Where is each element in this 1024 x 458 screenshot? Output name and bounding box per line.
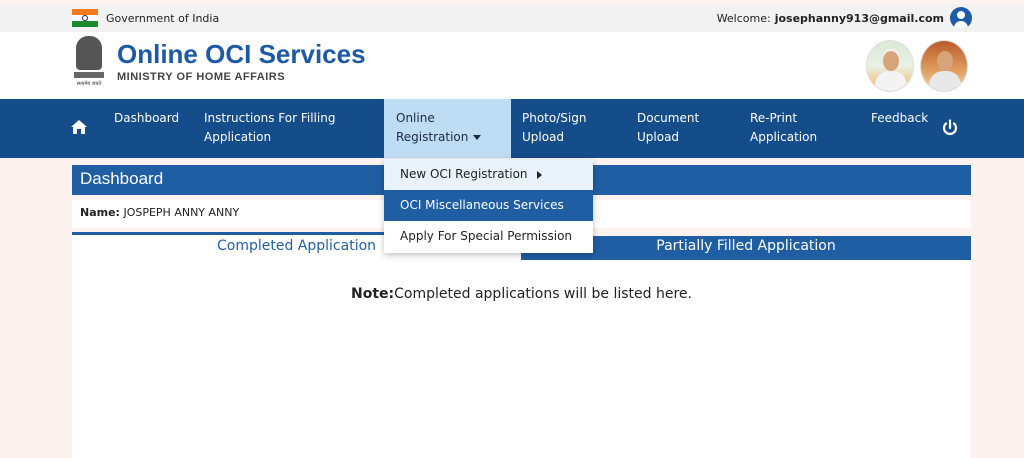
site-title[interactable]: Online OCI Services [117,39,366,70]
nav-reprint-application[interactable]: Re-Print Application [750,99,817,158]
name-value: JOSPEPH ANNY ANNY [123,206,240,219]
menu-item-special-permission[interactable]: Apply For Special Permission [384,221,593,252]
site-header: सत्यमेव जयते Online OCI Services MINISTR… [0,32,1024,99]
user-icon[interactable] [950,7,972,29]
emblem-motto: सत्यमेव जयते [76,81,102,87]
caret-right-icon [536,170,542,179]
welcome-group: Welcome: josephanny913@gmail.com [717,7,972,29]
nav-dashboard[interactable]: Dashboard [114,99,179,158]
nav-document-label-1: Document [637,111,700,125]
main-nav: Dashboard Instructions For Filling Appli… [0,99,1024,158]
menu-item-new-oci-label: New OCI Registration [400,167,528,181]
menu-item-oci-misc-services[interactable]: OCI Miscellaneous Services [384,190,593,221]
nav-instructions-label-2: Application [204,130,272,144]
completed-note: Note:Completed applications will be list… [72,286,971,302]
india-flag-icon [72,9,98,27]
note-label: Note: [351,286,395,302]
nav-photo-label-1: Photo/Sign [522,111,587,125]
nav-document-label-2: Upload [637,130,680,144]
tab-content: Note:Completed applications will be list… [72,260,971,458]
name-label: Name: [80,206,120,219]
nav-feedback-label: Feedback [871,111,929,125]
nav-instructions[interactable]: Instructions For Filling Application [204,99,335,158]
nav-document-upload[interactable]: Document Upload [637,99,699,158]
caret-down-icon [473,135,482,140]
nav-instructions-label-1: Instructions For Filling [204,111,336,125]
power-icon[interactable] [940,118,960,138]
nav-feedback[interactable]: Feedback [871,99,928,158]
leader-portrait-1 [866,40,914,92]
menu-item-new-oci-registration[interactable]: New OCI Registration [384,159,593,190]
gov-label: Government of India [106,11,220,25]
home-icon[interactable] [70,118,88,136]
online-registration-dropdown: New OCI Registration OCI Miscellaneous S… [384,159,593,253]
nav-online-registration-label-1: Online [396,111,435,125]
note-text: Completed applications will be listed he… [394,286,692,302]
welcome-label: Welcome: [716,11,771,25]
menu-item-special-permission-label: Apply For Special Permission [400,229,573,243]
menu-item-oci-misc-label: OCI Miscellaneous Services [400,198,564,212]
gov-label-group: Government of India [72,9,219,27]
nav-photo-label-2: Upload [522,130,565,144]
leader-portrait-2 [920,40,968,92]
national-emblem-logo: सत्यमेव जयते [72,36,106,94]
nav-reprint-label-2: Application [750,130,818,144]
user-email: josephanny913@gmail.com [774,11,944,25]
nav-online-registration-label-2: Registration [396,130,469,144]
top-strip: Government of India Welcome: josephanny9… [0,4,1024,32]
nav-dashboard-label: Dashboard [114,111,180,125]
site-subtitle: MINISTRY OF HOME AFFAIRS [117,71,286,83]
nav-online-registration[interactable]: Online Registration [384,99,511,158]
nav-photo-sign-upload[interactable]: Photo/Sign Upload [522,99,586,158]
nav-reprint-label-1: Re-Print [750,111,798,125]
